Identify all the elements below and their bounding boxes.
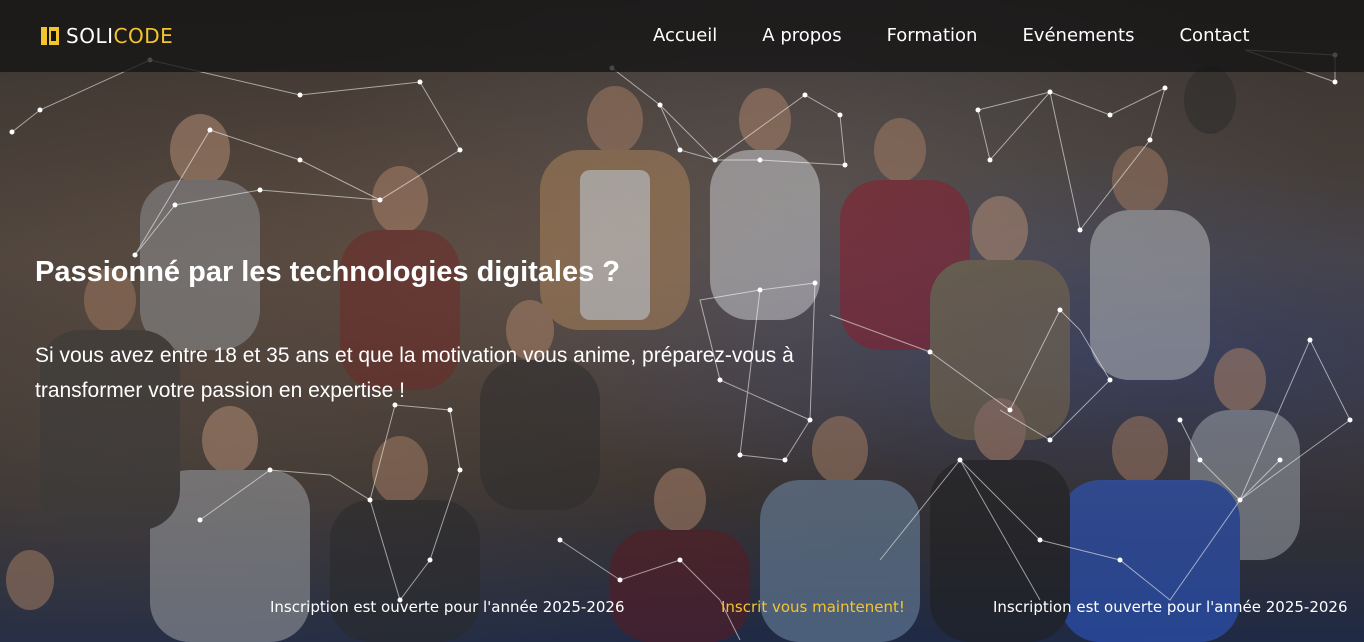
ticker-item-register-now[interactable]: Inscrit vous maintenent! (721, 598, 905, 616)
nav-item-a-propos[interactable]: A propos (762, 24, 841, 48)
ticker-item-registration-open-repeat[interactable]: Inscription est ouverte pour l'année 202… (993, 598, 1348, 616)
top-navbar: SOLICODE Accueil A propos Formation Evén… (0, 0, 1364, 72)
nav-item-accueil[interactable]: Accueil (653, 24, 717, 48)
brand-name: SOLICODE (66, 24, 173, 48)
hero-background (0, 0, 1364, 642)
nav-item-evenements[interactable]: Evénements (1022, 24, 1134, 48)
logo-mark-icon (41, 27, 59, 45)
ticker-item-registration-open[interactable]: Inscription est ouverte pour l'année 202… (270, 598, 625, 616)
brand-name-accent: SOLI (66, 24, 114, 48)
nav-item-contact[interactable]: Contact (1179, 24, 1249, 48)
solicode-logo[interactable]: SOLICODE (40, 24, 173, 48)
network-overlay (9, 49, 1353, 641)
announcement-ticker: Inscription est ouverte pour l'année 202… (0, 596, 1364, 622)
main-nav: Accueil A propos Formation Evénements Co… (653, 24, 1295, 48)
brand-name-rest: CODE (113, 24, 174, 48)
hero-headline: Passionné par les technologies digitales… (35, 256, 620, 288)
hero-lead-text: Si vous avez entre 18 et 35 ans et que l… (35, 344, 794, 402)
nav-item-formation[interactable]: Formation (887, 24, 978, 48)
